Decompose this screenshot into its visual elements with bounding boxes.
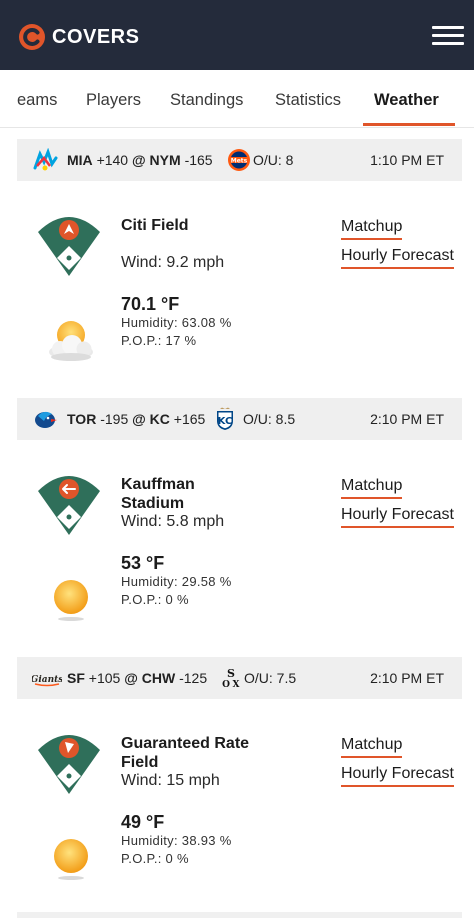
at-symbol: @ xyxy=(132,152,146,168)
away-team-abbr: TOR xyxy=(67,411,97,427)
tab-weather[interactable]: Weather xyxy=(374,70,439,128)
svg-text:X: X xyxy=(233,680,240,690)
svg-text:Mets: Mets xyxy=(231,157,248,164)
hourly-forecast-link[interactable]: Hourly Forecast xyxy=(341,765,454,787)
hourly-forecast-link[interactable]: Hourly Forecast xyxy=(341,506,454,528)
top-bar: COVERS xyxy=(0,0,474,70)
partly-cloudy-icon xyxy=(49,321,93,361)
away-odds: -195 xyxy=(100,411,129,427)
away-odds: +140 xyxy=(96,152,129,168)
game-header[interactable]: MIA +140 @ NYM -165 Mets O/U: 8 1:10 PM … xyxy=(17,139,462,181)
section-tabs: eams Players Standings Statistics Weathe… xyxy=(0,70,474,128)
precipitation-probability: P.O.P.: 0 % xyxy=(121,851,189,866)
at-symbol: @ xyxy=(124,670,138,686)
svg-text:S: S xyxy=(227,667,235,680)
tab-players[interactable]: Players xyxy=(86,70,141,128)
over-under: O/U: 8.5 xyxy=(243,411,296,427)
wind-speed: Wind: 9.2 mph xyxy=(121,254,225,271)
svg-text:Giants: Giants xyxy=(32,675,62,685)
tab-standings[interactable]: Standings xyxy=(170,70,243,128)
at-symbol: @ xyxy=(132,411,146,427)
temperature: 70.1 °F xyxy=(121,294,180,314)
venue-name: Guaranteed Rate Field xyxy=(121,735,250,771)
stadium-field-icon xyxy=(38,476,100,535)
royals-logo-icon: KC xyxy=(217,407,233,430)
wind-speed: Wind: 15 mph xyxy=(121,772,220,789)
over-under: O/U: 7.5 xyxy=(244,670,297,686)
tab-teams[interactable]: eams xyxy=(17,70,57,128)
humidity: Humidity: 29.58 % xyxy=(121,574,232,589)
temperature: 49 °F xyxy=(121,812,165,832)
temperature: 53 °F xyxy=(121,553,165,573)
away-odds: +105 xyxy=(88,670,121,686)
blue-jays-logo-icon xyxy=(35,411,57,428)
venue-name: Citi Field xyxy=(121,217,189,234)
svg-text:KC: KC xyxy=(218,416,233,427)
giants-logo-icon: Giants xyxy=(32,675,62,687)
away-team: TOR -195 @ KC +165 xyxy=(67,398,205,440)
humidity: Humidity: 38.93 % xyxy=(121,833,232,848)
matchup-link[interactable]: Matchup xyxy=(341,218,403,240)
precipitation-probability: P.O.P.: 0 % xyxy=(121,592,189,607)
home-team-abbr: KC xyxy=(149,411,170,427)
tab-statistics[interactable]: Statistics xyxy=(275,70,341,128)
matchup-link[interactable]: Matchup xyxy=(341,477,403,499)
game-time: 2:10 PM ET xyxy=(370,411,444,427)
away-team-abbr: MIA xyxy=(67,152,93,168)
mets-logo-icon: Mets xyxy=(228,149,250,171)
home-odds: +165 xyxy=(173,411,206,427)
precipitation-probability: P.O.P.: 17 % xyxy=(121,333,197,348)
marlins-logo-icon xyxy=(33,148,58,171)
white-sox-logo-icon: S O X xyxy=(222,667,240,690)
stadium-field-icon xyxy=(38,217,100,276)
home-team-abbr: NYM xyxy=(149,152,181,168)
home-team-abbr: CHW xyxy=(141,670,176,686)
matchup-link[interactable]: Matchup xyxy=(341,736,403,758)
game-time: 2:10 PM ET xyxy=(370,670,444,686)
sunny-icon xyxy=(54,580,88,621)
game-header[interactable]: Giants SF +105 @ CHW -125 S O X O/U: 7.5… xyxy=(17,657,462,699)
stadium-field-icon xyxy=(38,735,100,794)
home-odds: -125 xyxy=(179,670,208,686)
brand-name: COVERS xyxy=(52,25,140,48)
covers-logo[interactable]: COVERS xyxy=(18,22,139,52)
hamburger-menu-icon[interactable] xyxy=(432,26,464,46)
away-team: SF +105 @ CHW -125 xyxy=(67,657,207,699)
home-odds: -165 xyxy=(184,152,213,168)
over-under: O/U: 8 xyxy=(253,152,294,168)
sunny-icon xyxy=(54,839,88,880)
game-time: 1:10 PM ET xyxy=(370,152,444,168)
svg-text:O: O xyxy=(222,680,230,690)
away-team-abbr: SF xyxy=(67,670,85,686)
wind-speed: Wind: 5.8 mph xyxy=(121,513,225,530)
game-header[interactable]: TOR -195 @ KC +165 KC O/U: 8.5 2:10 PM E… xyxy=(17,398,462,440)
hourly-forecast-link[interactable]: Hourly Forecast xyxy=(341,247,454,269)
next-game-header-edge xyxy=(17,912,462,918)
venue-name: Kauffman Stadium xyxy=(121,476,195,512)
humidity: Humidity: 63.08 % xyxy=(121,315,232,330)
away-team: MIA +140 @ NYM -165 xyxy=(67,139,213,181)
active-tab-indicator xyxy=(363,123,455,126)
covers-logo-icon xyxy=(19,24,45,50)
